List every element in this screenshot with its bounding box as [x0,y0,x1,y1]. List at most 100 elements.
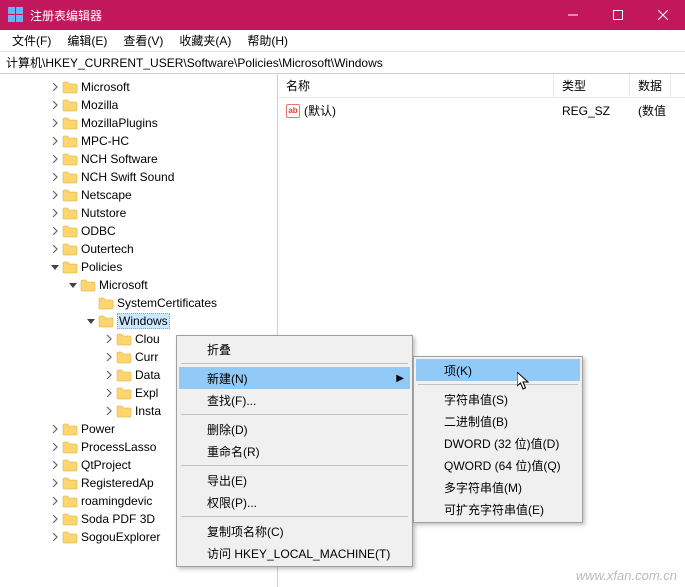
maximize-button[interactable] [595,0,640,30]
menu-item-label: 权限(P)... [207,494,257,511]
menu-item-label: 折叠 [207,341,231,358]
menu-item-label: 删除(D) [207,421,248,438]
expand-icon[interactable] [48,422,62,436]
expand-icon[interactable] [48,512,62,526]
menu-separator [181,465,408,466]
tree-label: Curr [135,350,158,364]
menu-item[interactable]: 编辑(E) [59,30,115,51]
col-type[interactable]: 类型 [554,74,630,97]
tree-node[interactable]: Outertech [0,240,277,258]
expand-icon[interactable] [48,494,62,508]
expand-icon[interactable] [102,350,116,364]
menu-item[interactable]: 复制项名称(C) [179,520,410,542]
expand-icon[interactable] [48,98,62,112]
expand-icon[interactable] [48,116,62,130]
menu-item[interactable]: 可扩充字符串值(E) [416,498,580,520]
tree-label: Mozilla [81,98,118,112]
expand-icon[interactable] [48,530,62,544]
expand-icon[interactable] [102,368,116,382]
submenu-arrow-icon: ▶ [396,373,404,384]
value-name: (默认) [304,102,336,119]
menu-item[interactable]: 二进制值(B) [416,410,580,432]
menu-item[interactable]: 折叠 [179,338,410,360]
expand-icon[interactable] [84,314,98,328]
menu-item[interactable]: 访问 HKEY_LOCAL_MACHINE(T) [179,542,410,564]
tree-node[interactable]: Nutstore [0,204,277,222]
expand-icon[interactable] [48,170,62,184]
expand-icon[interactable] [102,386,116,400]
tree-node[interactable]: Netscape [0,186,277,204]
tree-node[interactable]: SystemCertificates [0,294,277,312]
tree-label: roamingdevic [81,494,152,508]
menu-item[interactable]: 字符串值(S) [416,388,580,410]
tree-label: SogouExplorer [81,530,160,544]
tree-node[interactable]: Policies [0,258,277,276]
expand-icon[interactable] [48,476,62,490]
expand-icon[interactable] [48,224,62,238]
menu-item[interactable]: QWORD (64 位)值(Q) [416,454,580,476]
tree-label: SystemCertificates [117,296,217,310]
menu-item[interactable]: 文件(F) [4,30,59,51]
menu-item-label: 可扩充字符串值(E) [444,501,544,518]
tree-node[interactable]: ODBC [0,222,277,240]
menu-item[interactable]: 查看(V) [115,30,171,51]
tree-node[interactable]: Microsoft [0,276,277,294]
tree-node[interactable]: MozillaPlugins [0,114,277,132]
expand-icon[interactable] [48,242,62,256]
tree-label: MPC-HC [81,134,129,148]
tree-label: Expl [135,386,158,400]
expand-icon[interactable] [48,152,62,166]
tree-label: Microsoft [81,80,130,94]
address-text: 计算机\HKEY_CURRENT_USER\Software\Policies\… [6,54,383,71]
expand-icon[interactable] [102,332,116,346]
tree-node[interactable]: Mozilla [0,96,277,114]
menu-item[interactable]: 收藏夹(A) [171,30,239,51]
menu-item-label: 重命名(R) [207,443,260,460]
context-menu[interactable]: 折叠新建(N)▶查找(F)... 删除(D) 重命名(R) 导出(E) 权限(P)...… [176,335,413,567]
menu-item[interactable]: 查找(F)... [179,389,410,411]
context-submenu-new[interactable]: 项(K) 字符串值(S) 二进制值(B) DWORD (32 位)值(D)QWORD … [413,356,583,523]
expand-icon[interactable] [66,278,80,292]
expand-icon[interactable] [84,296,98,310]
address-bar[interactable]: 计算机\HKEY_CURRENT_USER\Software\Policies\… [0,52,685,74]
expand-icon[interactable] [102,404,116,418]
list-header: 名称 类型 数据 [278,74,685,98]
tree-node[interactable]: NCH Swift Sound [0,168,277,186]
expand-icon[interactable] [48,458,62,472]
menu-item[interactable]: 帮助(H) [239,30,296,51]
tree-label: Data [135,368,160,382]
expand-icon[interactable] [48,188,62,202]
menu-item-label: 复制项名称(C) [207,523,284,540]
menu-item[interactable]: 导出(E) [179,469,410,491]
menu-item[interactable]: DWORD (32 位)值(D) [416,432,580,454]
tree-node[interactable]: MPC-HC [0,132,277,150]
menu-item[interactable]: 新建(N)▶ [179,367,410,389]
tree-label: Insta [135,404,161,418]
menu-bar: 文件(F)编辑(E)查看(V)收藏夹(A)帮助(H) [0,30,685,52]
menu-item[interactable]: 删除(D) [179,418,410,440]
value-type: REG_SZ [562,104,610,118]
menu-item-label: 二进制值(B) [444,413,508,430]
menu-item[interactable]: 重命名(R) [179,440,410,462]
menu-item[interactable]: 权限(P)... [179,491,410,513]
menu-item[interactable]: 多字符串值(M) [416,476,580,498]
tree-label: NCH Software [81,152,158,166]
expand-icon[interactable] [48,206,62,220]
expand-icon[interactable] [48,260,62,274]
menu-item[interactable]: 项(K) [416,359,580,381]
tree-node[interactable]: Windows [0,312,277,330]
minimize-button[interactable] [550,0,595,30]
watermark: www.xfan.com.cn [576,568,677,583]
tree-label: MozillaPlugins [81,116,158,130]
expand-icon[interactable] [48,80,62,94]
tree-node[interactable]: Microsoft [0,78,277,96]
menu-item-label: 多字符串值(M) [444,479,522,496]
tree-label: Outertech [81,242,134,256]
expand-icon[interactable] [48,440,62,454]
list-row[interactable]: ab(默认)REG_SZ(数值 [278,98,685,123]
tree-node[interactable]: NCH Software [0,150,277,168]
col-name[interactable]: 名称 [278,74,554,97]
close-button[interactable] [640,0,685,30]
col-data[interactable]: 数据 [630,74,671,97]
expand-icon[interactable] [48,134,62,148]
